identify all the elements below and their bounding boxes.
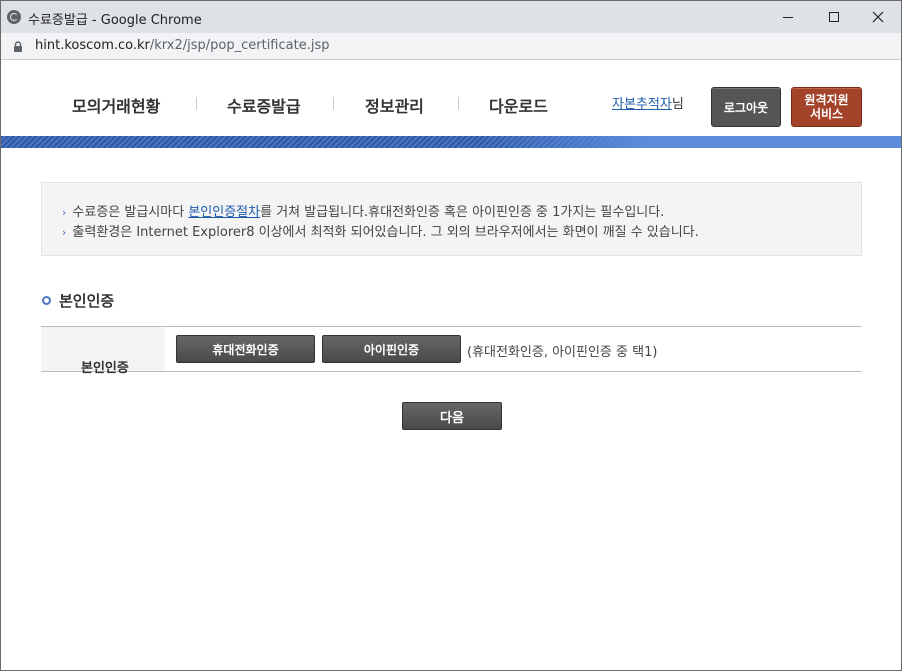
user-suffix: 님 xyxy=(671,97,684,112)
notice-text: 수료증은 발급시마다 xyxy=(72,205,189,220)
chevron-right-icon: › xyxy=(62,206,67,219)
url-host: hint.koscom.co.kr xyxy=(35,38,150,53)
user-greeting: 자본추적자님 xyxy=(612,93,684,112)
notice-text: 를 거쳐 발급됩니다.휴대전화인증 혹은 아이핀인증 중 1가지는 필수입니다. xyxy=(260,205,665,220)
maximize-icon xyxy=(829,12,839,22)
notice-line-1: › 수료증은 발급시마다 본인인증절차를 거쳐 발급됩니다.휴대전화인증 혹은 아… xyxy=(62,201,664,220)
chevron-right-icon: › xyxy=(62,226,67,239)
user-name-link[interactable]: 자본추적자 xyxy=(612,97,672,112)
nav-info-management[interactable]: 정보관리 xyxy=(365,93,424,117)
nav-divider xyxy=(196,97,197,110)
circle-icon xyxy=(42,296,51,305)
nav-trading-status[interactable]: 모의거래현황 xyxy=(72,93,160,117)
auth-procedure-link[interactable]: 본인인증절차 xyxy=(188,205,260,220)
close-button[interactable] xyxy=(855,1,901,33)
window-title: 수료증발급 - Google Chrome xyxy=(28,13,202,28)
section-title: 본인인증 xyxy=(42,290,114,311)
auth-note: (휴대전화인증, 아이핀인증 중 택1) xyxy=(467,345,658,360)
nav-divider xyxy=(458,97,459,110)
nav-download[interactable]: 다운로드 xyxy=(489,93,548,117)
auth-row-header: › 본인인증 xyxy=(41,327,165,376)
auth-table: › 본인인증 휴대전화인증 아이핀인증 (휴대전화인증, 아이핀인증 중 택1) xyxy=(41,326,862,376)
notice-text: 출력환경은 Internet Explorer8 이상에서 최적화 되어있습니다… xyxy=(72,225,699,240)
nav-divider xyxy=(333,97,334,110)
ipin-auth-button[interactable]: 아이핀인증 xyxy=(322,335,461,363)
notice-line-2: › 출력환경은 Internet Explorer8 이상에서 최적화 되어있습니… xyxy=(62,221,699,240)
url-path: /krx2/jsp/pop_certificate.jsp xyxy=(149,38,330,53)
lock-icon xyxy=(14,41,22,52)
browser-window: 수료증발급 - Google Chrome hint.koscom.co.kr/… xyxy=(0,0,902,671)
phone-auth-button[interactable]: 휴대전화인증 xyxy=(176,335,315,363)
notice-box: › 수료증은 발급시마다 본인인증절차를 거쳐 발급됩니다.휴대전화인증 혹은 아… xyxy=(41,182,862,256)
globe-icon xyxy=(7,10,21,24)
minimize-icon xyxy=(783,16,793,18)
url-text[interactable]: hint.koscom.co.kr/krx2/jsp/pop_certifica… xyxy=(35,38,329,53)
header-stripe xyxy=(1,136,901,148)
title-bar: 수료증발급 - Google Chrome xyxy=(1,1,901,33)
remote-support-label-1: 원격지원 xyxy=(804,93,849,107)
address-bar[interactable]: hint.koscom.co.kr/krx2/jsp/pop_certifica… xyxy=(1,33,901,60)
remote-support-button[interactable]: 원격지원 서비스 xyxy=(791,87,862,127)
section-title-text: 본인인증 xyxy=(59,292,115,310)
maximize-button[interactable] xyxy=(811,1,857,33)
auth-row-label: 본인인증 xyxy=(81,361,129,376)
remote-support-label-2: 서비스 xyxy=(809,107,844,121)
nav-certificate[interactable]: 수료증발급 xyxy=(227,93,301,117)
minimize-button[interactable] xyxy=(765,1,811,33)
next-button[interactable]: 다음 xyxy=(402,402,502,430)
close-icon xyxy=(872,11,884,23)
logout-button[interactable]: 로그아웃 xyxy=(711,87,781,127)
